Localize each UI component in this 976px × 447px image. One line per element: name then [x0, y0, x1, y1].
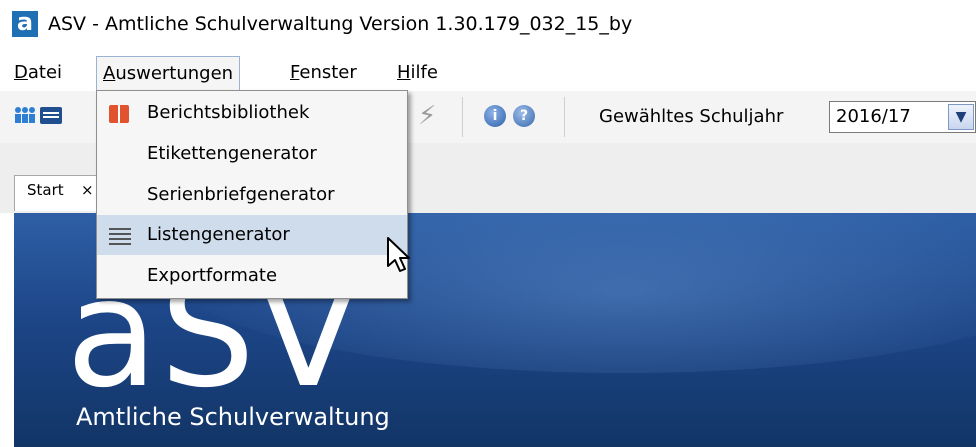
- bolt-icon[interactable]: ⚡: [418, 103, 436, 129]
- chevron-down-icon[interactable]: ▼: [948, 104, 974, 130]
- menu-fenster[interactable]: Fenster: [290, 56, 357, 90]
- toolbar-separator: [462, 97, 463, 137]
- menu-auswertungen-mnemonic: A: [103, 63, 116, 84]
- help-icon[interactable]: ?: [513, 105, 535, 127]
- card-icon[interactable]: [40, 107, 62, 124]
- people-icon[interactable]: [14, 105, 36, 125]
- toolbar-separator: [564, 97, 565, 137]
- menu-item-berichtsbibliothek[interactable]: Berichtsbibliothek: [97, 93, 407, 133]
- menu-item-serienbriefgenerator[interactable]: Serienbriefgenerator: [97, 175, 407, 215]
- info-icon[interactable]: i: [484, 105, 506, 127]
- menu-datei[interactable]: Datei: [14, 56, 62, 90]
- book-icon: [109, 105, 129, 123]
- app-logo-icon: a: [12, 10, 38, 37]
- title-bar: a ASV - Amtliche Schulverwaltung Version…: [0, 0, 976, 48]
- menu-item-label: Exportformate: [147, 265, 278, 286]
- menu-datei-rest: atei: [27, 62, 63, 83]
- menu-hilfe-mnemonic: H: [397, 62, 411, 83]
- menu-bar: Datei Auswertungen Fenster Hilfe: [0, 56, 976, 90]
- schuljahr-value: 2016/17: [836, 106, 911, 127]
- mouse-cursor-icon: [387, 237, 410, 272]
- close-icon[interactable]: ×: [81, 179, 94, 201]
- banner-subtitle: Amtliche Schulverwaltung: [76, 403, 390, 431]
- menu-item-label: Berichtsbibliothek: [147, 102, 310, 123]
- auswertungen-dropdown: Berichtsbibliothek Etikettengenerator Se…: [96, 90, 408, 299]
- tab-start[interactable]: Start ×: [14, 175, 100, 211]
- menu-hilfe-rest: ilfe: [410, 62, 438, 83]
- schuljahr-label: Gewähltes Schuljahr: [599, 106, 784, 127]
- window-title: ASV - Amtliche Schulverwaltung Version 1…: [48, 13, 633, 35]
- menu-hilfe[interactable]: Hilfe: [397, 56, 438, 90]
- schuljahr-select[interactable]: 2016/17 ▼: [829, 101, 976, 133]
- menu-item-label: Etikettengenerator: [147, 143, 317, 164]
- menu-item-exportformate[interactable]: Exportformate: [97, 256, 407, 296]
- menu-fenster-rest: enster: [299, 62, 357, 83]
- menu-fenster-mnemonic: F: [290, 62, 300, 83]
- menu-auswertungen-rest: uswertungen: [115, 63, 234, 84]
- tab-start-label: Start: [27, 181, 64, 199]
- menu-item-listengenerator[interactable]: Listengenerator: [97, 215, 407, 255]
- list-icon: [109, 228, 131, 245]
- menu-item-label: Serienbriefgenerator: [147, 184, 335, 205]
- menu-item-etikettengenerator[interactable]: Etikettengenerator: [97, 134, 407, 174]
- menu-datei-mnemonic: D: [14, 62, 28, 83]
- menu-item-label: Listengenerator: [147, 224, 290, 245]
- menu-auswertungen[interactable]: Auswertungen: [96, 56, 241, 90]
